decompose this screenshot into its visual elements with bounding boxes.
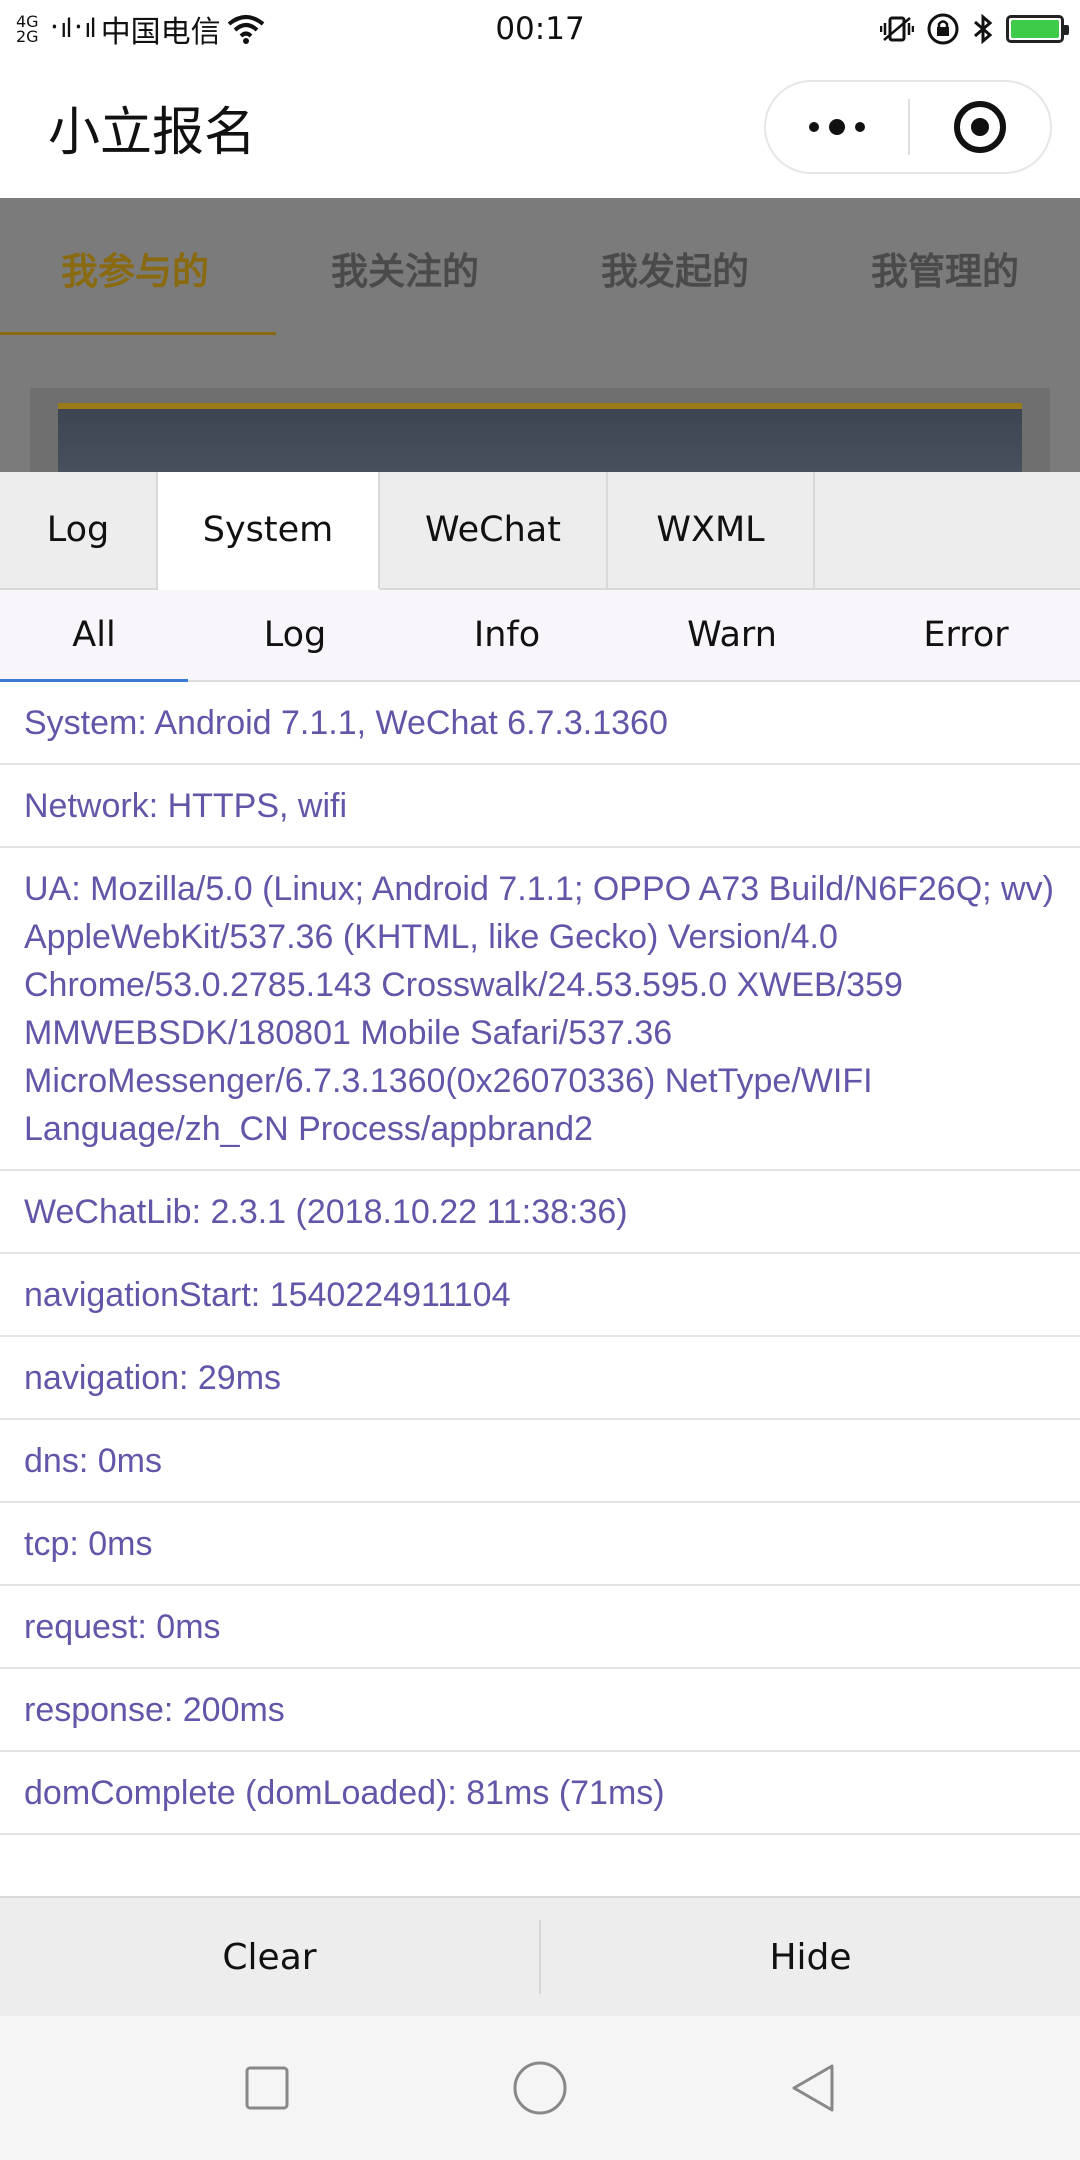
log-entry-navigation: navigation: 29ms [0, 1337, 1080, 1420]
more-dot-icon [855, 122, 865, 132]
log-entry-dom-complete: domComplete (domLoaded): 81ms (71ms) [0, 1752, 1080, 1835]
network-type: 4G 2G [16, 14, 39, 46]
close-button[interactable] [910, 82, 1050, 172]
status-left: 4G 2G ᛫ıl᛫ıl 中国电信 [16, 7, 265, 51]
log-entry-navigation-start: navigationStart: 1540224911104 [0, 1254, 1080, 1337]
page-tab-underline [0, 332, 276, 335]
page-banner-image [58, 403, 1022, 472]
wifi-icon [227, 15, 264, 44]
subtab-warn[interactable]: Warn [612, 590, 852, 680]
page-behind-overlay: 我参与的 我关注的 我发起的 我管理的 [0, 198, 1080, 472]
battery-level [1011, 20, 1059, 38]
log-entry-request: request: 0ms [0, 1586, 1080, 1669]
hide-button[interactable]: Hide [541, 1898, 1080, 2016]
subtab-log[interactable]: Log [188, 590, 402, 680]
log-entry-response: response: 200ms [0, 1669, 1080, 1752]
log-entry-user-agent: UA: Mozilla/5.0 (Linux; Android 7.1.1; O… [0, 848, 1080, 1171]
page-tab-following: 我关注的 [331, 250, 479, 293]
clear-button[interactable]: Clear [0, 1898, 539, 2016]
rotation-lock-icon [927, 13, 959, 45]
tab-wxml[interactable]: WXML [608, 472, 815, 588]
circle-icon [513, 2061, 567, 2115]
back-triangle-icon [792, 2064, 834, 2112]
carrier-name: 中国电信 [100, 15, 221, 50]
status-bar: 4G 2G ᛫ıl᛫ıl 中国电信 00:17 [0, 0, 1080, 58]
battery-icon [1006, 15, 1069, 43]
subtab-all[interactable]: All [0, 590, 188, 682]
network-type-bottom: 2G [16, 27, 39, 46]
log-entry-system: System: Android 7.1.1, WeChat 6.7.3.1360 [0, 682, 1080, 765]
menu-capsule [764, 80, 1052, 174]
app-header: 小立报名 [0, 58, 1080, 198]
target-icon [954, 101, 1006, 153]
console-panel: Log System WeChat WXML All Log Info Warn… [0, 472, 1080, 2016]
log-entry-network: Network: HTTPS, wifi [0, 765, 1080, 848]
page-tab-managed: 我管理的 [871, 250, 1019, 293]
log-entry-wechatlib: WeChatLib: 2.3.1 (2018.10.22 11:38:36) [0, 1171, 1080, 1254]
more-dot-icon [829, 119, 845, 135]
console-toolbar: Clear Hide [0, 1896, 1080, 2016]
page-tabs: 我参与的 我关注的 我发起的 我管理的 [0, 198, 1080, 338]
more-button[interactable] [766, 82, 908, 172]
more-dot-icon [809, 122, 819, 132]
log-list[interactable]: System: Android 7.1.1, WeChat 6.7.3.1360… [0, 682, 1080, 1896]
bluetooth-icon [974, 13, 993, 45]
log-entry-dns: dns: 0ms [0, 1420, 1080, 1503]
log-entry-tcp: tcp: 0ms [0, 1503, 1080, 1586]
page-tab-joined: 我参与的 [61, 250, 209, 293]
page-title: 小立报名 [48, 103, 257, 163]
console-sub-tabs: All Log Info Warn Error [0, 590, 1080, 682]
recents-button[interactable] [227, 2048, 307, 2128]
console-main-tabs: Log System WeChat WXML [0, 472, 1080, 590]
home-button[interactable] [500, 2048, 580, 2128]
vibrate-icon [880, 16, 914, 42]
subtab-error[interactable]: Error [852, 590, 1080, 680]
subtab-info[interactable]: Info [402, 590, 612, 680]
status-right [880, 12, 1069, 46]
tab-wechat[interactable]: WeChat [380, 472, 608, 588]
page-tab-created: 我发起的 [601, 250, 749, 293]
signal-icon: ᛫ıl᛫ıl [46, 14, 97, 44]
square-icon [245, 2066, 289, 2110]
back-button[interactable] [773, 2048, 853, 2128]
tab-system[interactable]: System [158, 472, 380, 590]
tab-log[interactable]: Log [0, 472, 158, 588]
system-nav-bar [0, 2016, 1080, 2160]
